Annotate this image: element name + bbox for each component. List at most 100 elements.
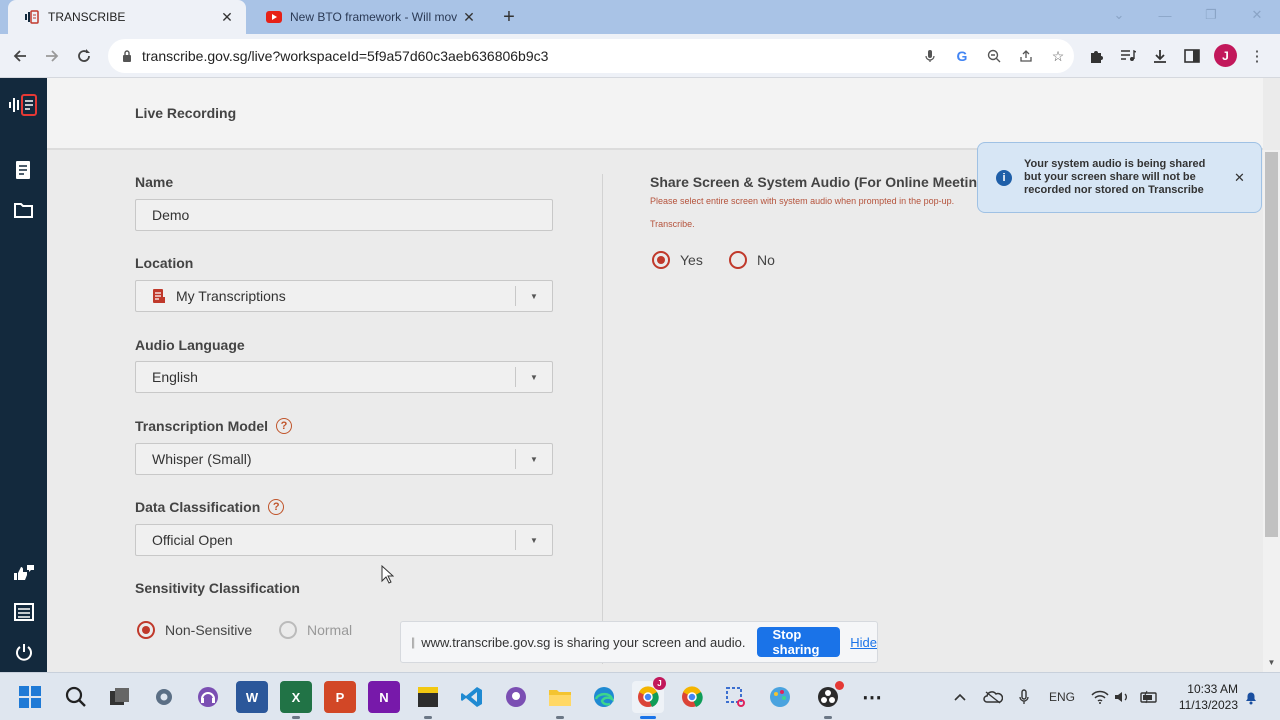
radio-share-yes[interactable]: Yes bbox=[652, 251, 703, 269]
restore-icon[interactable]: ❐ bbox=[1188, 0, 1234, 30]
download-icon[interactable] bbox=[1146, 42, 1174, 70]
tab-search-icon[interactable]: ⌄ bbox=[1096, 0, 1142, 30]
audio-language-select[interactable]: English ▼ bbox=[135, 361, 553, 393]
share-icon[interactable] bbox=[1010, 42, 1042, 70]
sticky-notes-icon[interactable] bbox=[412, 681, 444, 719]
onedrive-icon[interactable] bbox=[982, 685, 1004, 709]
name-input[interactable]: Demo bbox=[135, 199, 553, 231]
edge-icon[interactable] bbox=[588, 681, 620, 713]
chevron-down-icon[interactable]: ▼ bbox=[516, 373, 552, 382]
youtube-favicon-icon bbox=[266, 9, 282, 25]
radio-normal[interactable]: Normal bbox=[279, 621, 352, 639]
window-close-icon[interactable]: ✕ bbox=[1234, 0, 1280, 30]
paint-icon[interactable] bbox=[764, 681, 796, 713]
more-apps-icon[interactable]: ⋯ bbox=[856, 681, 888, 713]
windows-start-icon[interactable] bbox=[14, 681, 46, 713]
radio-label: Yes bbox=[680, 252, 703, 268]
minimize-icon[interactable]: — bbox=[1142, 0, 1188, 30]
browser-tab-strip: TRANSCRIBE ✕ New BTO framework - Will mo… bbox=[0, 0, 1280, 34]
transcription-model-value: Whisper (Small) bbox=[152, 451, 252, 467]
name-label: Name bbox=[135, 174, 174, 190]
transcribe-favicon-icon bbox=[24, 9, 40, 25]
stop-sharing-button[interactable]: Stop sharing bbox=[757, 627, 841, 657]
power-icon[interactable] bbox=[0, 635, 47, 669]
vscode-icon[interactable] bbox=[456, 681, 488, 713]
tab-transcribe[interactable]: TRANSCRIBE ✕ bbox=[8, 0, 246, 34]
toast-close-icon[interactable]: ✕ bbox=[1234, 170, 1245, 186]
extensions-icon[interactable] bbox=[1082, 42, 1110, 70]
microphone-icon[interactable] bbox=[914, 42, 946, 70]
radio-unchecked-icon bbox=[279, 621, 297, 639]
radio-label: Non-Sensitive bbox=[165, 622, 253, 638]
reload-icon[interactable] bbox=[70, 42, 98, 70]
tab-close-icon[interactable]: ✕ bbox=[460, 8, 478, 26]
obs-icon[interactable] bbox=[812, 681, 844, 719]
kebab-menu-icon[interactable]: ⋮ bbox=[1243, 42, 1271, 70]
page-title: Live Recording bbox=[135, 105, 237, 121]
mouse-cursor-icon bbox=[381, 564, 395, 587]
scrollbar-thumb[interactable] bbox=[1265, 152, 1278, 537]
location-select[interactable]: My Transcriptions ▼ bbox=[135, 280, 553, 312]
list-icon[interactable] bbox=[0, 595, 47, 629]
search-icon[interactable] bbox=[60, 681, 92, 713]
side-panel-icon[interactable] bbox=[1178, 42, 1206, 70]
wifi-icon[interactable] bbox=[1090, 685, 1110, 709]
onenote-icon[interactable]: N bbox=[368, 681, 400, 713]
help-icon[interactable]: ? bbox=[276, 418, 293, 434]
show-hidden-icons-icon[interactable] bbox=[950, 685, 970, 709]
transcripts-icon[interactable] bbox=[0, 153, 47, 187]
file-explorer-icon[interactable] bbox=[544, 681, 576, 719]
profile-avatar[interactable]: J bbox=[1214, 44, 1237, 67]
data-classification-label-text: Data Classification bbox=[135, 499, 261, 515]
chrome-profile-icon[interactable]: J bbox=[632, 677, 666, 719]
word-icon[interactable]: W bbox=[236, 681, 268, 713]
tab-youtube[interactable]: New BTO framework - Will mov ✕ bbox=[250, 0, 488, 34]
volume-icon[interactable] bbox=[1114, 685, 1130, 709]
feedback-icon[interactable] bbox=[0, 556, 47, 590]
screen-share-message: www.transcribe.gov.sg is sharing your sc… bbox=[421, 634, 746, 650]
headset-app-icon[interactable] bbox=[192, 681, 224, 713]
scroll-down-icon[interactable]: ▼ bbox=[1265, 658, 1278, 670]
chevron-down-icon[interactable]: ▼ bbox=[516, 292, 552, 301]
forward-icon[interactable] bbox=[38, 42, 66, 70]
column-divider bbox=[602, 174, 603, 664]
chevron-down-icon[interactable]: ▼ bbox=[516, 536, 552, 545]
chevron-down-icon[interactable]: ▼ bbox=[516, 455, 552, 464]
radio-non-sensitive[interactable]: Non-Sensitive bbox=[137, 621, 252, 639]
zoom-icon[interactable] bbox=[978, 42, 1010, 70]
audio-language-label: Audio Language bbox=[135, 337, 245, 353]
microphone-tray-icon[interactable] bbox=[1016, 685, 1032, 709]
battery-icon[interactable] bbox=[1138, 685, 1160, 709]
address-bar[interactable]: transcribe.gov.sg/live?workspaceId=5f9a5… bbox=[108, 39, 1074, 73]
settings-gear-icon[interactable] bbox=[148, 681, 180, 713]
hide-link[interactable]: Hide bbox=[850, 635, 877, 650]
snipping-tool-icon[interactable] bbox=[720, 681, 752, 713]
media-control-icon[interactable] bbox=[1114, 42, 1142, 70]
drag-handle-icon[interactable]: || bbox=[411, 635, 415, 649]
language-indicator[interactable]: ENG bbox=[1046, 685, 1078, 709]
new-tab-button[interactable]: + bbox=[496, 4, 522, 30]
help-icon[interactable]: ? bbox=[268, 499, 285, 515]
share-screen-title: Share Screen & System Audio (For Online … bbox=[650, 174, 998, 190]
notification-bell-icon[interactable] bbox=[1242, 685, 1260, 709]
data-classification-select[interactable]: Official Open ▼ bbox=[135, 524, 553, 556]
back-icon[interactable] bbox=[6, 42, 34, 70]
transcription-model-select[interactable]: Whisper (Small) ▼ bbox=[135, 443, 553, 475]
windows-taskbar: W X P N J ⋯ ENG 10:33 AM 11/13/2023 bbox=[0, 672, 1280, 720]
lock-icon bbox=[120, 50, 134, 62]
transcribe-logo-icon[interactable] bbox=[0, 88, 47, 122]
radio-share-no[interactable]: No bbox=[729, 251, 775, 269]
google-lens-icon[interactable]: G bbox=[946, 42, 978, 70]
bookmark-star-icon[interactable]: ☆ bbox=[1042, 42, 1074, 70]
app-sidebar bbox=[0, 78, 47, 672]
system-clock[interactable]: 10:33 AM 11/13/2023 bbox=[1168, 681, 1238, 713]
tab-close-icon[interactable]: ✕ bbox=[218, 8, 236, 26]
github-icon[interactable] bbox=[500, 681, 532, 713]
powerpoint-icon[interactable]: P bbox=[324, 681, 356, 713]
radio-checked-icon bbox=[652, 251, 670, 269]
chrome-icon[interactable] bbox=[676, 681, 708, 713]
excel-icon[interactable]: X bbox=[280, 681, 312, 719]
task-view-icon[interactable] bbox=[104, 681, 136, 713]
radio-checked-icon bbox=[137, 621, 155, 639]
folder-icon[interactable] bbox=[0, 193, 47, 227]
